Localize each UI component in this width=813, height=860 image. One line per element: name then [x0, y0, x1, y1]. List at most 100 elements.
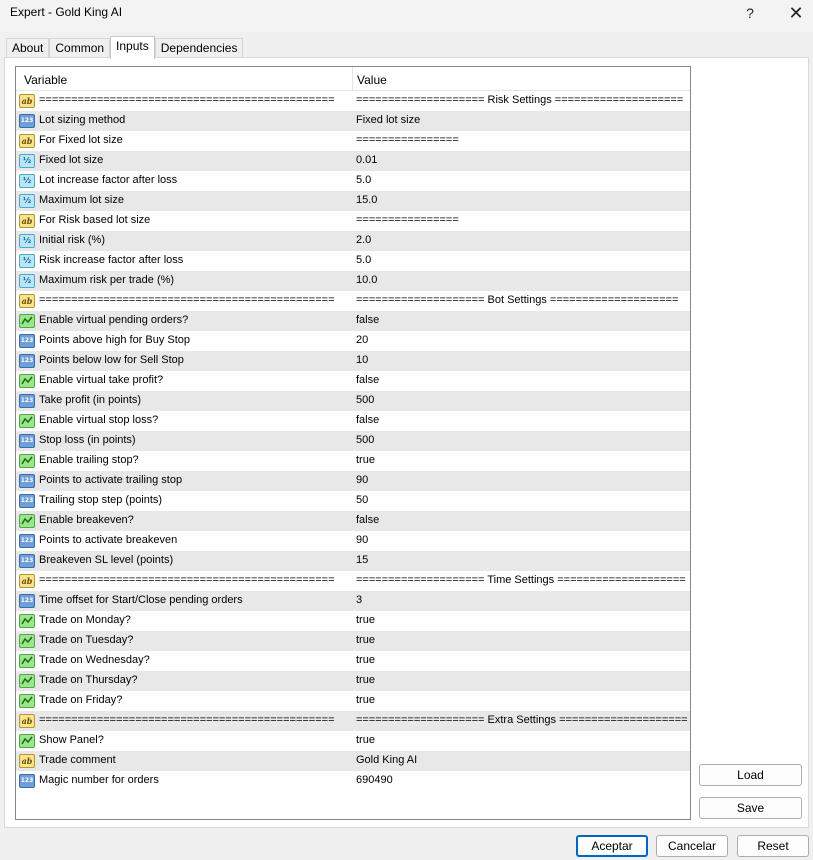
grid-rows: ab ================ ================ ======…: [16, 91, 690, 791]
variable-value[interactable]: 2.0: [356, 234, 371, 246]
table-row[interactable]: Trade on Wednesday? true: [16, 651, 690, 671]
variable-value[interactable]: ================: [356, 134, 459, 146]
table-row[interactable]: 123 Points below low for Sell Stop 10: [16, 351, 690, 371]
integer-type-icon: 123: [19, 334, 35, 348]
table-row[interactable]: 123 Time offset for Start/Close pending o…: [16, 591, 690, 611]
table-row[interactable]: ab For Fixed lot size ================: [16, 131, 690, 151]
variable-value[interactable]: true: [356, 634, 375, 646]
variable-value[interactable]: false: [356, 314, 379, 326]
accept-button[interactable]: Aceptar: [576, 835, 648, 857]
table-row[interactable]: Trade on Monday? true: [16, 611, 690, 631]
variable-value[interactable]: 500: [356, 394, 374, 406]
variable-name: Trade on Tuesday?: [39, 634, 134, 646]
variable-value[interactable]: 50: [356, 494, 368, 506]
table-row[interactable]: Trade on Friday? true: [16, 691, 690, 711]
integer-type-icon: 123: [19, 434, 35, 448]
boolean-type-icon: [19, 654, 35, 668]
load-button[interactable]: Load: [699, 764, 802, 786]
variable-name: For Fixed lot size: [39, 134, 123, 146]
save-button[interactable]: Save: [699, 797, 802, 819]
table-row[interactable]: 123 Breakeven SL level (points) 15: [16, 551, 690, 571]
table-row[interactable]: ½ Lot increase factor after loss 5.0: [16, 171, 690, 191]
table-row[interactable]: 123 Points to activate trailing stop 90: [16, 471, 690, 491]
variable-value[interactable]: 10.0: [356, 274, 377, 286]
variable-value[interactable]: 10: [356, 354, 368, 366]
table-row[interactable]: Trade on Thursday? true: [16, 671, 690, 691]
variable-value[interactable]: Fixed lot size: [356, 114, 420, 126]
double-type-icon: ½: [19, 234, 35, 248]
column-header-variable[interactable]: Variable: [24, 73, 67, 87]
variable-value[interactable]: true: [356, 614, 375, 626]
variable-value[interactable]: true: [356, 694, 375, 706]
tab-dependencies[interactable]: Dependencies: [154, 38, 244, 58]
variable-value[interactable]: 20: [356, 334, 368, 346]
text-type-icon: ab: [19, 94, 35, 108]
table-row[interactable]: ab For Risk based lot size ===============…: [16, 211, 690, 231]
table-row[interactable]: Enable breakeven? false: [16, 511, 690, 531]
boolean-type-icon: [19, 674, 35, 688]
table-row[interactable]: ½ Initial risk (%) 2.0: [16, 231, 690, 251]
variable-value[interactable]: 0.01: [356, 154, 377, 166]
variable-value[interactable]: false: [356, 414, 379, 426]
variable-value[interactable]: false: [356, 374, 379, 386]
table-row[interactable]: ab ======================================…: [16, 571, 690, 591]
help-button[interactable]: ?: [730, 0, 770, 28]
tab-about[interactable]: About: [6, 38, 50, 58]
table-row[interactable]: Enable trailing stop? true: [16, 451, 690, 471]
table-row[interactable]: Trade on Tuesday? true: [16, 631, 690, 651]
table-row[interactable]: 123 Lot sizing method Fixed lot size: [16, 111, 690, 131]
variable-value[interactable]: 90: [356, 534, 368, 546]
variable-value[interactable]: 5.0: [356, 174, 371, 186]
reset-button[interactable]: Reset: [737, 835, 809, 857]
table-row[interactable]: ½ Fixed lot size 0.01: [16, 151, 690, 171]
integer-type-icon: 123: [19, 774, 35, 788]
close-button[interactable]: ✕: [776, 0, 813, 28]
table-row[interactable]: Enable virtual pending orders? false: [16, 311, 690, 331]
double-type-icon: ½: [19, 174, 35, 188]
tab-inputs[interactable]: Inputs: [110, 36, 155, 59]
table-row[interactable]: Show Panel? true: [16, 731, 690, 751]
table-row[interactable]: ab ======================================…: [16, 91, 690, 111]
variable-value[interactable]: 500: [356, 434, 374, 446]
cancel-button[interactable]: Cancelar: [656, 835, 728, 857]
table-row[interactable]: 123 Take profit (in points) 500: [16, 391, 690, 411]
variable-value[interactable]: 5.0: [356, 254, 371, 266]
table-row[interactable]: ab ======================================…: [16, 711, 690, 731]
variable-value[interactable]: true: [356, 454, 375, 466]
variable-value[interactable]: ==================== Extra Settings ====…: [356, 714, 688, 726]
variable-value[interactable]: 15: [356, 554, 368, 566]
variable-value[interactable]: 15.0: [356, 194, 377, 206]
table-row[interactable]: Enable virtual take profit? false: [16, 371, 690, 391]
table-row[interactable]: Enable virtual stop loss? false: [16, 411, 690, 431]
column-separator[interactable]: [352, 67, 353, 91]
table-row[interactable]: 123 Magic number for orders 690490: [16, 771, 690, 791]
variable-name: Stop loss (in points): [39, 434, 136, 446]
table-row[interactable]: ab ======================================…: [16, 291, 690, 311]
variable-value[interactable]: true: [356, 654, 375, 666]
table-row[interactable]: ½ Maximum risk per trade (%) 10.0: [16, 271, 690, 291]
window-title: Expert - Gold King AI: [10, 5, 123, 19]
variable-value[interactable]: true: [356, 734, 375, 746]
boolean-type-icon: [19, 634, 35, 648]
variable-value[interactable]: 3: [356, 594, 362, 606]
table-row[interactable]: ½ Risk increase factor after loss 5.0: [16, 251, 690, 271]
variable-value[interactable]: ================: [356, 214, 459, 226]
variable-value[interactable]: ==================== Bot Settings ======…: [356, 294, 678, 306]
table-row[interactable]: ½ Maximum lot size 15.0: [16, 191, 690, 211]
table-row[interactable]: 123 Trailing stop step (points) 50: [16, 491, 690, 511]
variable-value[interactable]: ==================== Time Settings =====…: [356, 574, 686, 586]
variable-value[interactable]: Gold King AI: [356, 754, 417, 766]
table-row[interactable]: ab Trade comment Gold King AI: [16, 751, 690, 771]
tab-common[interactable]: Common: [49, 38, 111, 58]
variable-name: Maximum lot size: [39, 194, 124, 206]
table-row[interactable]: 123 Points above high for Buy Stop 20: [16, 331, 690, 351]
column-header-value[interactable]: Value: [357, 73, 387, 87]
table-row[interactable]: 123 Stop loss (in points) 500: [16, 431, 690, 451]
variable-value[interactable]: 90: [356, 474, 368, 486]
variable-value[interactable]: false: [356, 514, 379, 526]
variable-value[interactable]: 690490: [356, 774, 393, 786]
grid-header: Variable Value: [16, 67, 690, 91]
variable-value[interactable]: true: [356, 674, 375, 686]
variable-value[interactable]: ==================== Risk Settings =====…: [356, 94, 683, 106]
table-row[interactable]: 123 Points to activate breakeven 90: [16, 531, 690, 551]
